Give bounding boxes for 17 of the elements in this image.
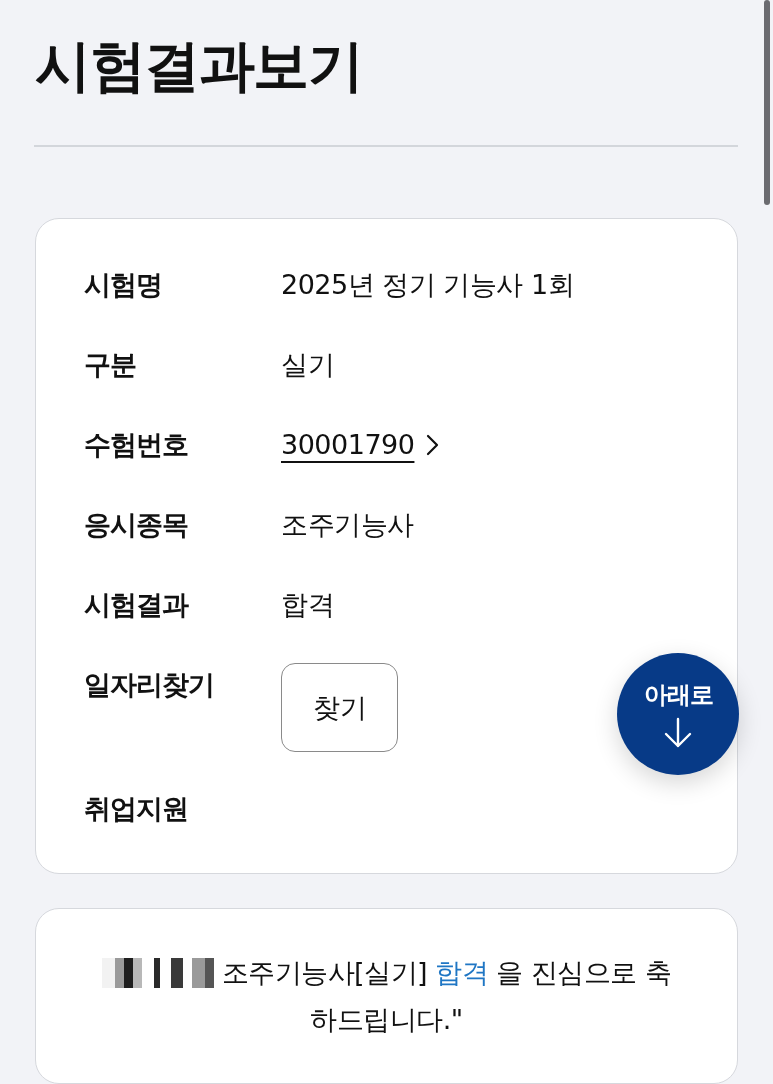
page-title: 시험결과보기 [35,32,362,99]
congratulation-message: 조주기능사[실기] 합격 을 진심으로 축하드립니다." [221,957,672,1035]
arrow-down-icon [663,717,693,749]
chevron-right-icon [426,434,440,456]
field-value: 실기 [281,348,334,382]
field-value: 합격 [281,588,334,622]
field-label: 일자리찾기 [84,668,214,702]
field-value: 2025년 정기 기능사 1회 [281,268,575,302]
field-label: 구분 [84,348,136,382]
field-label: 취업지원 [84,792,188,826]
field-value: 조주기능사 [281,508,414,542]
field-label: 수험번호 [84,428,188,462]
find-button[interactable]: 찾기 [281,663,398,752]
exam-number-link[interactable]: 30001790 [281,427,415,463]
field-label: 응시종목 [84,508,188,542]
field-label: 시험명 [84,268,162,302]
field-label: 시험결과 [84,588,188,622]
